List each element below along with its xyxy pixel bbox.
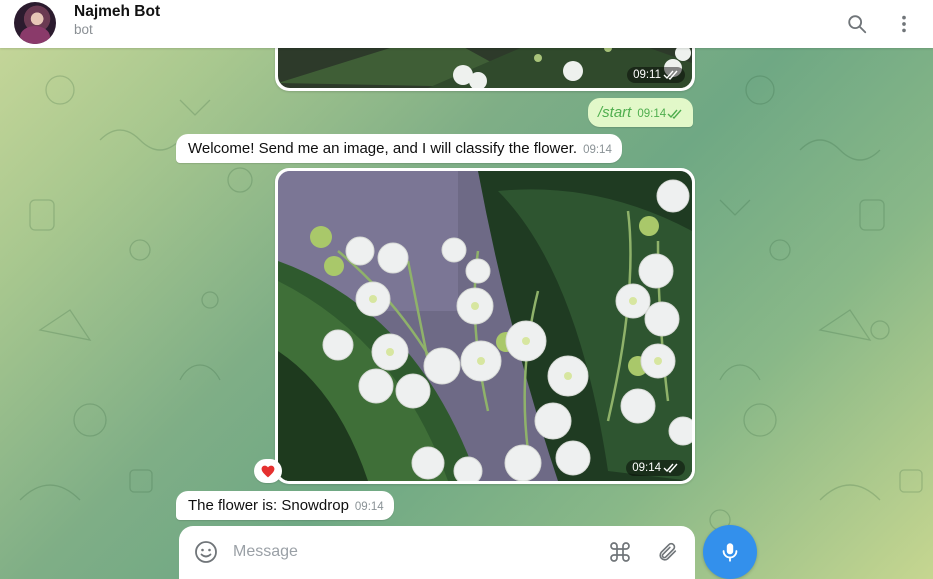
message-time: 09:14: [354, 501, 384, 513]
paperclip-icon: [659, 542, 677, 561]
photo-message[interactable]: 09:14: [275, 168, 695, 484]
avatar[interactable]: [14, 2, 56, 44]
more-vertical-icon: [902, 15, 906, 33]
message-text: Welcome! Send me an image, and I will cl…: [188, 140, 578, 157]
chat-header: Najmeh Bot bot: [0, 0, 933, 48]
microphone-icon: [722, 543, 738, 562]
search-button[interactable]: [839, 6, 875, 42]
incoming-message[interactable]: The flower is: Snowdrop 09:14: [176, 491, 394, 520]
voice-record-button[interactable]: [703, 525, 757, 579]
incoming-message[interactable]: Welcome! Send me an image, and I will cl…: [176, 134, 622, 163]
chat-title[interactable]: Najmeh Bot: [74, 3, 160, 21]
message-time: 09:14: [637, 108, 683, 120]
flower-photo: [278, 171, 692, 481]
command-icon: [610, 542, 630, 562]
outgoing-message[interactable]: /start 09:14: [588, 98, 694, 127]
message-time: 09:11: [627, 67, 685, 83]
search-icon: [848, 15, 867, 34]
heart-icon: [261, 465, 275, 477]
message-time: 09:14: [626, 460, 685, 476]
double-check-icon: [663, 70, 678, 80]
attach-button[interactable]: [653, 537, 683, 567]
message-composer: [179, 526, 695, 579]
message-text: The flower is: Snowdrop: [188, 497, 349, 514]
double-check-icon: [663, 463, 678, 473]
message-input[interactable]: [233, 540, 593, 564]
message-time: 09:14: [583, 144, 612, 156]
command-button[interactable]: [605, 537, 635, 567]
emoji-button[interactable]: [191, 537, 221, 567]
double-check-icon: [667, 109, 682, 119]
message-text[interactable]: /start: [598, 104, 631, 121]
more-button[interactable]: [886, 6, 922, 42]
emoji-icon: [195, 541, 217, 563]
chat-subtitle: bot: [74, 22, 93, 37]
reaction-badge[interactable]: [254, 459, 282, 483]
